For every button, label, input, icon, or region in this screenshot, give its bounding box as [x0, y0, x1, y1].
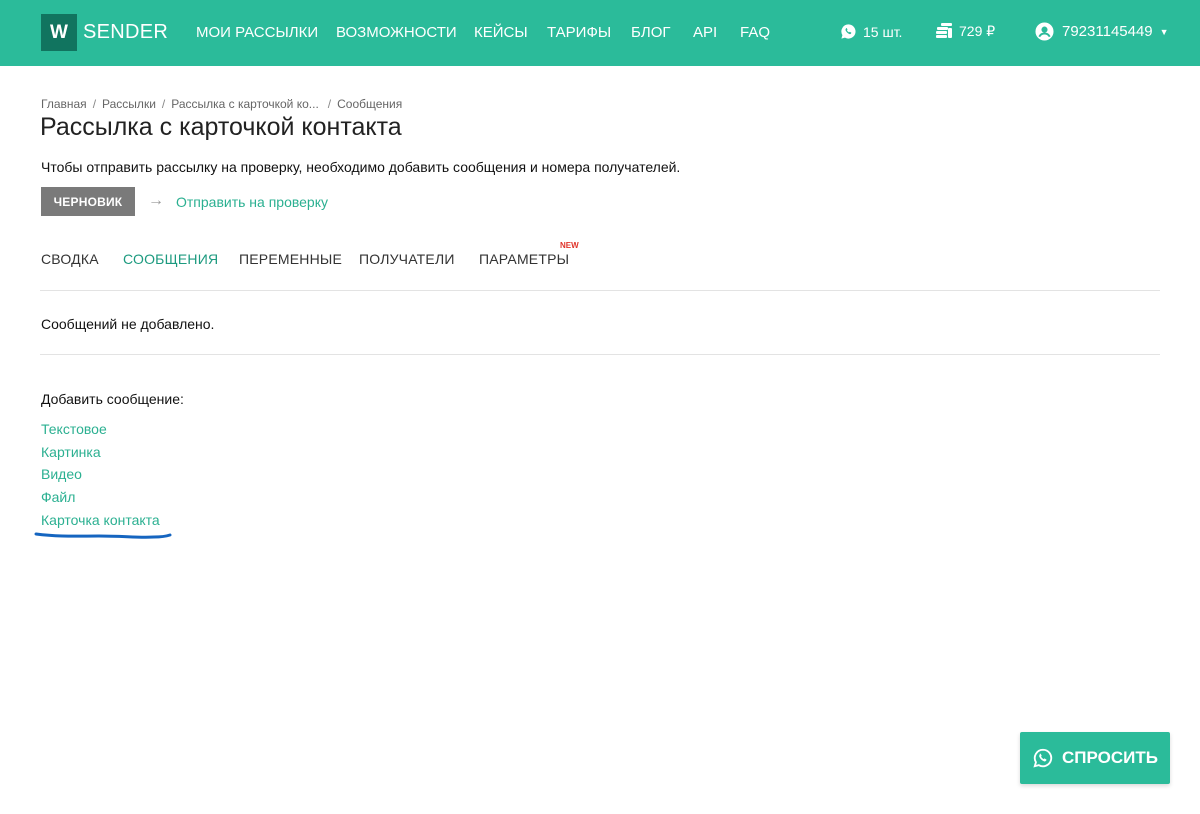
balance[interactable]: 729 ₽	[935, 23, 995, 40]
breadcrumb-home[interactable]: Главная	[41, 97, 87, 111]
breadcrumb: Главная / Рассылки / Рассылка с карточкой ко…	[41, 97, 403, 111]
nav-pricing[interactable]: ТАРИФЫ	[547, 24, 611, 42]
tab-messages[interactable]: СООБЩЕНИЯ	[123, 251, 218, 267]
whatsapp-icon	[1033, 748, 1053, 768]
user-phone: 79231145449	[1062, 23, 1153, 40]
messages-counter[interactable]: 15 шт.	[840, 23, 902, 40]
send-for-review-link[interactable]: Отправить на проверку	[176, 194, 328, 210]
logo-text: SENDER	[83, 21, 169, 43]
empty-messages-text: Сообщений не добавлено.	[41, 316, 215, 332]
chevron-down-icon: ▼	[1159, 26, 1169, 37]
nav-faq[interactable]: FAQ	[740, 24, 770, 42]
page-title: Рассылка с карточкой контакта	[40, 113, 402, 141]
add-text-message-link[interactable]: Текстовое	[41, 421, 107, 437]
user-menu[interactable]: 79231145449 ▼	[1035, 22, 1169, 41]
new-badge: NEW	[560, 241, 579, 250]
arrow-right-icon: →	[148, 192, 164, 209]
breadcrumb-mailing[interactable]: Рассылка с карточкой ко...	[171, 97, 319, 111]
add-file-message-link[interactable]: Файл	[41, 489, 75, 505]
draft-status-badge: ЧЕРНОВИК	[41, 187, 135, 216]
tab-variables[interactable]: ПЕРЕМЕННЫЕ	[239, 251, 342, 267]
whatsapp-icon	[841, 24, 856, 39]
add-video-message-link[interactable]: Видео	[41, 466, 82, 482]
ask-button[interactable]: СПРОСИТЬ	[1020, 732, 1170, 784]
divider	[40, 354, 1160, 355]
top-header: W SENDER МОИ РАССЫЛКИ ВОЗМОЖНОСТИ КЕЙСЫ …	[0, 0, 1200, 66]
balance-value: 729 ₽	[959, 23, 996, 39]
notice-text: Чтобы отправить рассылку на проверку, не…	[41, 159, 681, 175]
logo[interactable]: W SENDER	[41, 14, 168, 51]
messages-count: 15 шт.	[863, 23, 903, 40]
user-circle-icon	[1035, 22, 1054, 41]
tab-summary[interactable]: СВОДКА	[41, 251, 99, 267]
hand-drawn-underline	[34, 532, 172, 539]
add-message-label: Добавить сообщение:	[41, 391, 184, 407]
coins-icon	[936, 23, 952, 38]
nav-api[interactable]: API	[693, 24, 717, 42]
breadcrumb-current: Сообщения	[337, 97, 403, 111]
tab-recipients[interactable]: ПОЛУЧАТЕЛИ	[359, 251, 455, 267]
nav-my-mailings[interactable]: МОИ РАССЫЛКИ	[196, 24, 318, 42]
ask-button-label: СПРОСИТЬ	[1062, 748, 1158, 767]
divider	[40, 290, 1160, 291]
nav-features[interactable]: ВОЗМОЖНОСТИ	[336, 24, 457, 42]
nav-blog[interactable]: БЛОГ	[631, 24, 670, 42]
add-contact-card-message-link[interactable]: Карточка контакта	[41, 512, 160, 528]
add-image-message-link[interactable]: Картинка	[41, 444, 101, 460]
nav-cases[interactable]: КЕЙСЫ	[474, 24, 528, 42]
tab-parameters[interactable]: ПАРАМЕТРЫ	[479, 251, 569, 267]
breadcrumb-mailings[interactable]: Рассылки	[102, 97, 156, 111]
logo-mark: W	[41, 14, 77, 51]
